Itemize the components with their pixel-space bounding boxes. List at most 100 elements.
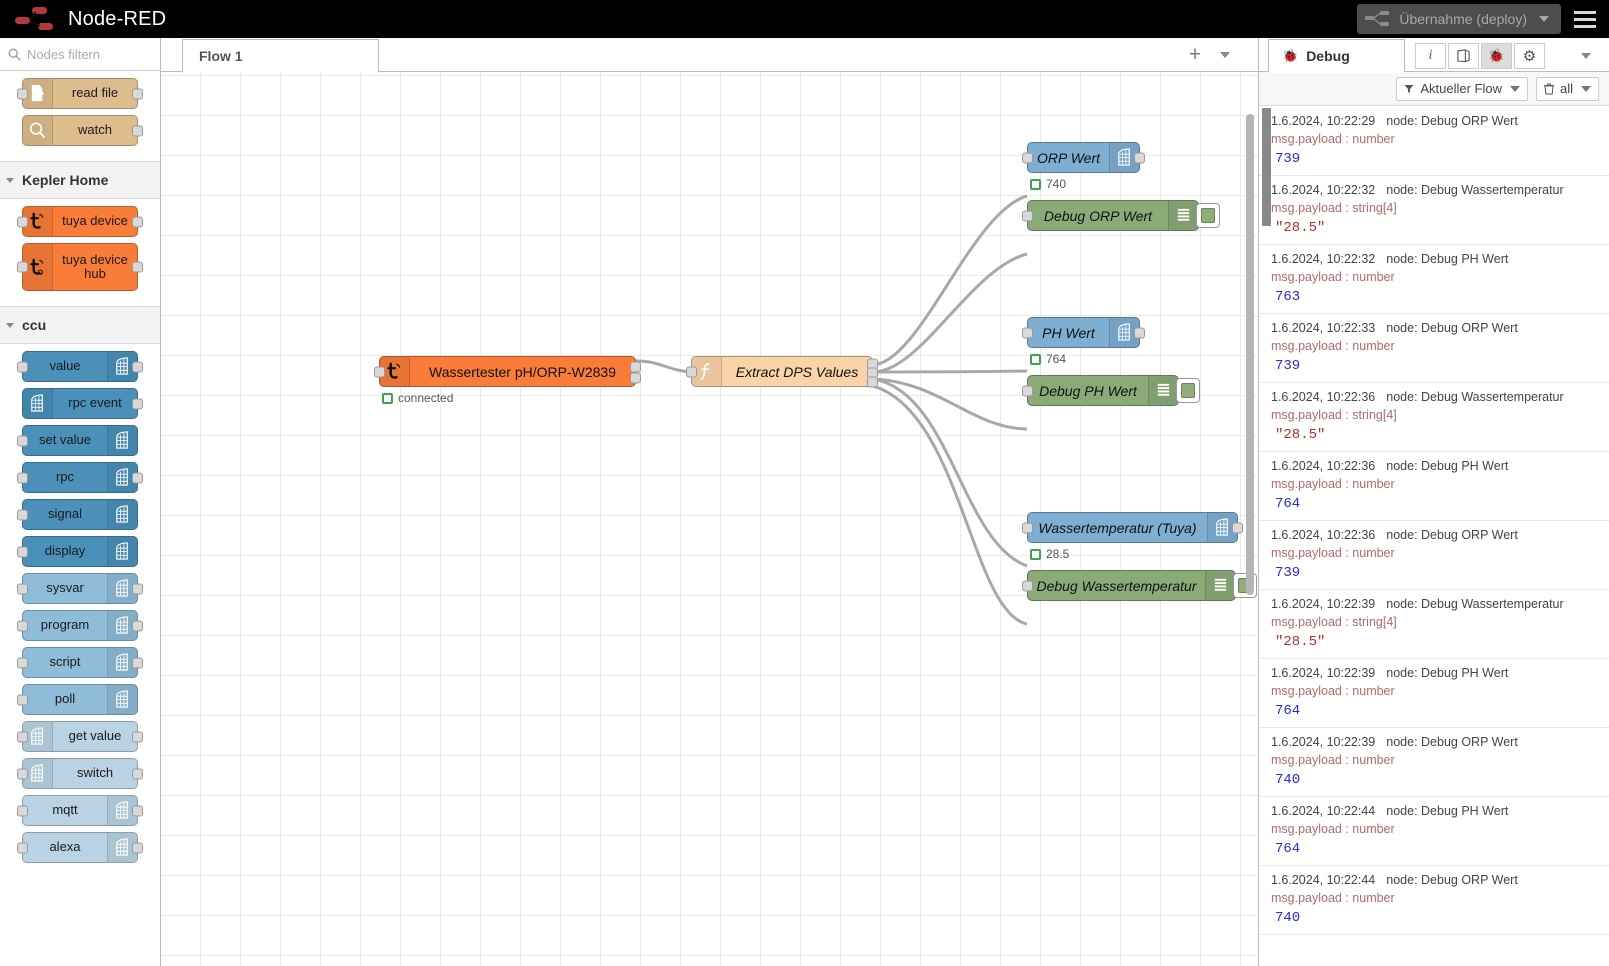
node-input-port[interactable] (17, 842, 28, 853)
wire[interactable] (635, 359, 692, 374)
node-input-port[interactable] (1022, 152, 1033, 163)
palette-node-set-value[interactable]: set value (17, 425, 138, 456)
node-output-port[interactable] (630, 361, 641, 373)
help-button[interactable] (1448, 43, 1479, 69)
palette-node-poll[interactable]: poll (17, 684, 138, 715)
palette-node-read-file[interactable]: read file (17, 78, 143, 109)
palette-node-script[interactable]: script (17, 647, 143, 678)
palette-node-program[interactable]: program (17, 610, 143, 641)
flow-node-dph[interactable]: Debug PH Wert (1022, 375, 1200, 406)
debug-message[interactable]: 1.6.2024, 10:22:32 node: Debug Wassertemp… (1259, 176, 1609, 245)
node-input-port[interactable] (374, 366, 385, 377)
node-input-port[interactable] (17, 805, 28, 816)
clear-messages-button[interactable]: all (1535, 76, 1599, 101)
node-output-port[interactable] (132, 842, 143, 853)
node-input-port[interactable] (17, 472, 28, 483)
node-output-port[interactable] (132, 768, 143, 779)
node-input-port[interactable] (17, 435, 28, 446)
node-output-port[interactable] (132, 620, 143, 631)
chevron-down-icon[interactable] (1509, 85, 1520, 92)
debug-vertical-scrollbar[interactable] (1262, 108, 1271, 226)
node-output-port[interactable] (132, 361, 143, 372)
node-output-port[interactable] (132, 88, 143, 99)
node-input-port[interactable] (17, 620, 28, 631)
plus-icon[interactable]: + (1184, 44, 1206, 67)
wire[interactable] (872, 377, 1028, 568)
canvas-vertical-scrollbar[interactable] (1246, 114, 1254, 595)
node-output-port[interactable] (132, 125, 143, 136)
node-output-port[interactable] (132, 472, 143, 483)
debug-button[interactable]: 🐞 (1481, 43, 1512, 69)
chevron-down-icon[interactable] (1539, 16, 1549, 22)
palette-node-rpc[interactable]: rpc (17, 462, 143, 493)
node-output-port[interactable] (132, 261, 143, 273)
node-input-port[interactable] (17, 546, 28, 557)
node-output-port[interactable] (867, 376, 878, 387)
debug-message[interactable]: 1.6.2024, 10:22:39 node: Debug Wassertemp… (1259, 590, 1609, 659)
node-input-port[interactable] (1022, 327, 1033, 338)
config-button[interactable]: ⚙ (1514, 43, 1545, 69)
wire[interactable] (872, 194, 1028, 367)
palette-node-alexa[interactable]: alexa (17, 832, 143, 863)
chevron-down-icon[interactable] (1581, 53, 1591, 59)
palette-category-ccu[interactable]: ccu (0, 306, 160, 344)
debug-message[interactable]: 1.6.2024, 10:22:39 node: Debug ORP Wert ms… (1259, 728, 1609, 797)
node-input-port[interactable] (1022, 385, 1033, 396)
flow-node-ph[interactable]: PH Wert 764 (1022, 317, 1145, 366)
node-input-port[interactable] (17, 694, 28, 705)
palette-node-watch[interactable]: watch (22, 115, 143, 146)
node-output-port[interactable] (132, 583, 143, 594)
node-output-port[interactable] (1134, 152, 1145, 163)
node-output-port[interactable] (132, 398, 143, 409)
node-input-port[interactable] (17, 768, 28, 779)
deploy-button[interactable]: Übernahme (deploy) (1357, 4, 1561, 34)
palette-node-signal[interactable]: signal (17, 499, 138, 530)
debug-message[interactable]: 1.6.2024, 10:22:39 node: Debug PH Wert msg… (1259, 659, 1609, 728)
palette-node-rpc-event[interactable]: rpc event (22, 388, 143, 419)
node-input-port[interactable] (17, 216, 28, 227)
debug-message[interactable]: 1.6.2024, 10:22:36 node: Debug ORP Wert ms… (1259, 521, 1609, 590)
debug-message[interactable]: 1.6.2024, 10:22:33 node: Debug ORP Wert ms… (1259, 314, 1609, 383)
node-output-port[interactable] (132, 805, 143, 816)
debug-toggle-button[interactable] (1176, 378, 1200, 403)
node-input-port[interactable] (17, 509, 28, 520)
node-output-port[interactable] (132, 216, 143, 227)
wire[interactable] (872, 369, 1028, 374)
flow-node-fn[interactable]: Extract DPS Values (686, 356, 878, 387)
palette-node-sysvar[interactable]: sysvar (17, 573, 143, 604)
node-input-port[interactable] (17, 657, 28, 668)
node-input-port[interactable] (1022, 210, 1033, 221)
debug-message[interactable]: 1.6.2024, 10:22:36 node: Debug PH Wert msg… (1259, 452, 1609, 521)
flow-node-dorp[interactable]: Debug ORP Wert (1022, 200, 1220, 231)
flow-node-wtemp[interactable]: Wassertemperatur (Tuya) 28.5 (1022, 512, 1243, 561)
node-input-port[interactable] (17, 88, 28, 99)
node-output-port[interactable] (132, 731, 143, 742)
debug-message[interactable]: 1.6.2024, 10:22:29 node: Debug ORP Wert ms… (1259, 107, 1609, 176)
flow-node-dwtemp[interactable]: Debug Wassertemperatur (1022, 570, 1257, 601)
flow-node-tuya[interactable]: Wassertester pH/ORP-W2839 connected (374, 356, 641, 405)
palette-node-tuya-device[interactable]: tuya device (17, 206, 143, 237)
hamburger-menu-icon[interactable] (1561, 0, 1609, 38)
node-input-port[interactable] (1022, 580, 1033, 591)
node-input-port[interactable] (17, 583, 28, 594)
palette-node-get-value[interactable]: get value (17, 721, 143, 752)
wire[interactable] (872, 384, 1028, 626)
node-input-port[interactable] (17, 361, 28, 372)
node-input-port[interactable] (686, 366, 697, 377)
node-output-port[interactable] (1134, 327, 1145, 338)
palette-search[interactable]: Nodes filtern (0, 38, 160, 71)
palette-node-tuya-device-hub[interactable]: tuya device hub (17, 243, 143, 291)
filter-flow-button[interactable]: Aktueller Flow (1396, 76, 1528, 101)
debug-message[interactable]: 1.6.2024, 10:22:36 node: Debug Wassertemp… (1259, 383, 1609, 452)
tab-flow-1[interactable]: Flow 1 (182, 39, 379, 73)
node-output-port[interactable] (1232, 522, 1243, 533)
flow-node-orp[interactable]: ORP Wert 740 (1022, 142, 1145, 191)
node-input-port[interactable] (17, 261, 28, 273)
debug-message[interactable]: 1.6.2024, 10:22:32 node: Debug PH Wert msg… (1259, 245, 1609, 314)
node-output-port[interactable] (630, 372, 641, 384)
palette-node-mqtt[interactable]: mqtt (17, 795, 143, 826)
debug-message[interactable]: 1.6.2024, 10:22:44 node: Debug ORP Wert ms… (1259, 866, 1609, 935)
debug-message[interactable]: 1.6.2024, 10:22:44 node: Debug PH Wert msg… (1259, 797, 1609, 866)
debug-toggle-button[interactable] (1196, 203, 1220, 228)
flow-canvas[interactable]: Wassertester pH/ORP-W2839 connected Extrac… (161, 72, 1258, 966)
